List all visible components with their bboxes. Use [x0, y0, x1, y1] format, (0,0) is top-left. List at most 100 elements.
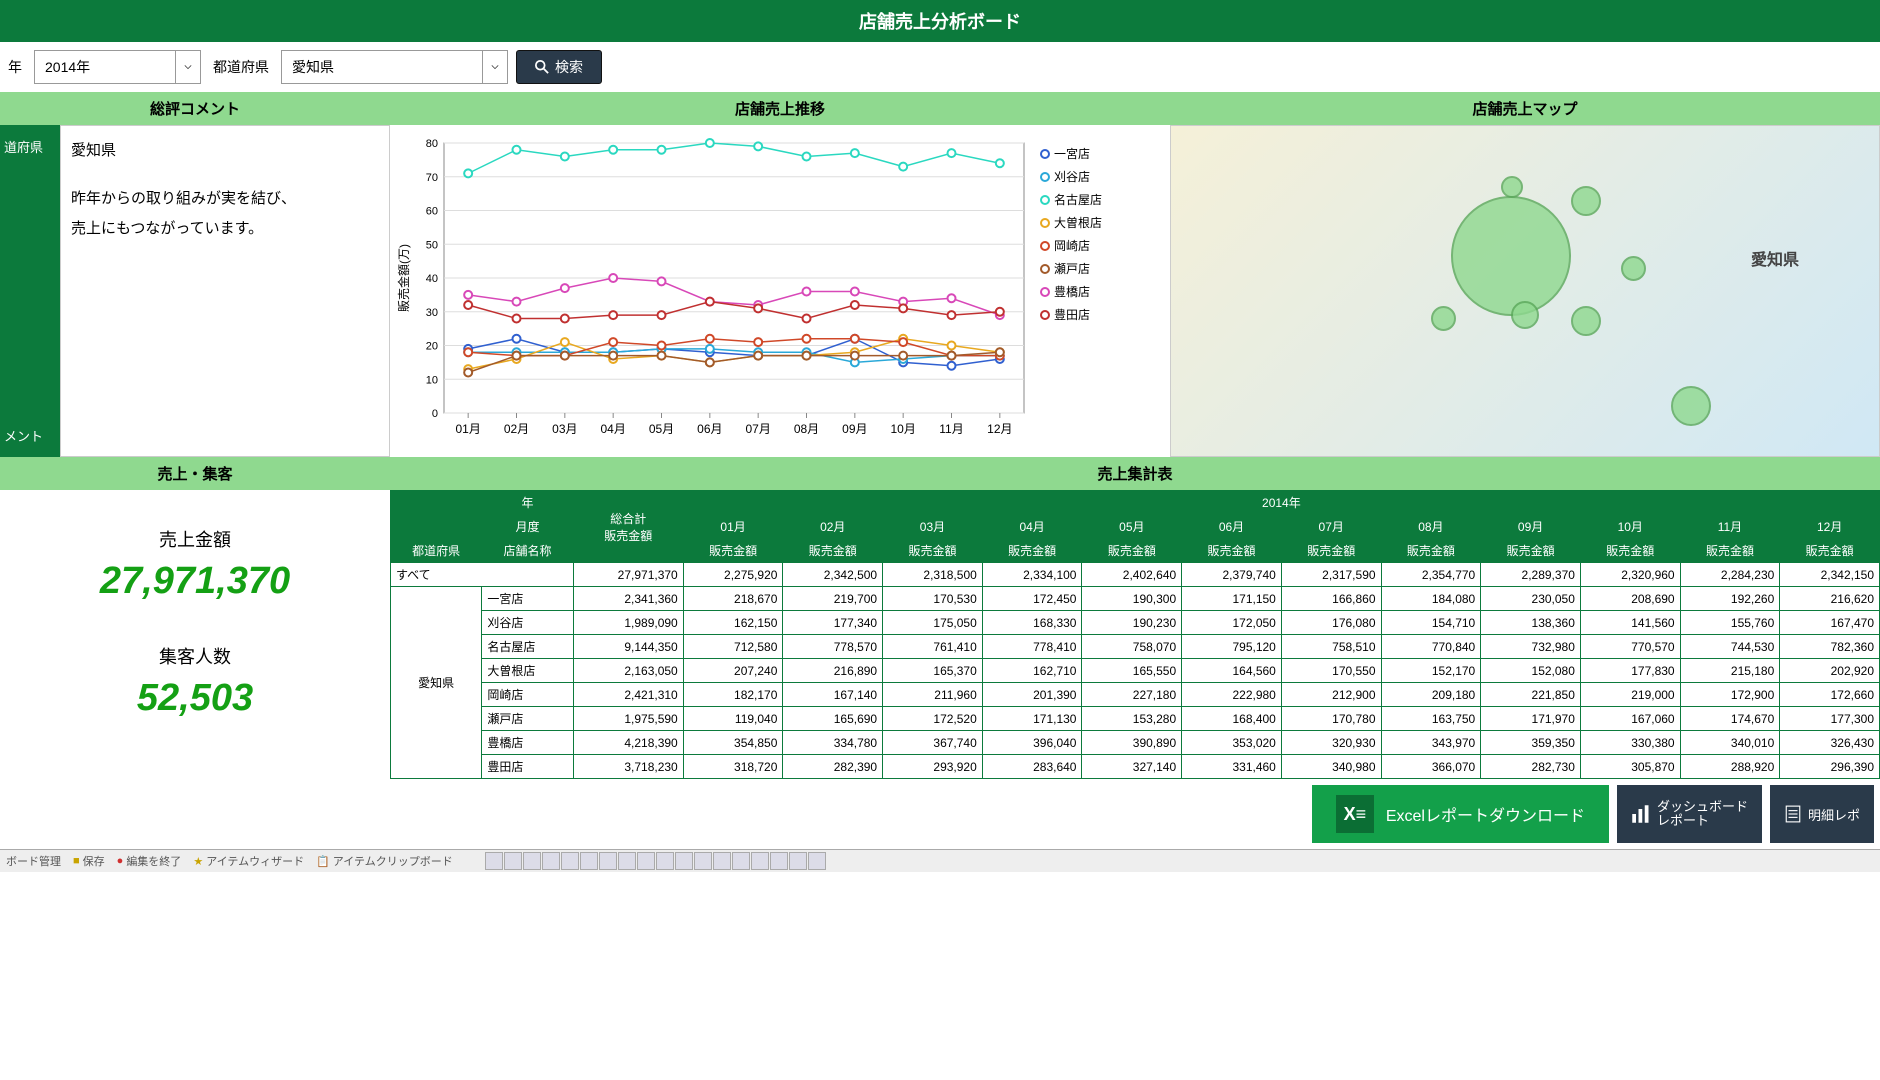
sales-table: 年総合計販売金額2014年月度01月02月03月04月05月06月07月08月0…: [390, 490, 1880, 779]
map-bubble[interactable]: [1511, 301, 1539, 329]
svg-text:06月: 06月: [697, 422, 722, 436]
table-row[interactable]: 豊田店3,718,230318,720282,390293,920283,640…: [391, 755, 1880, 779]
app-header: 店舗売上分析ボード: [0, 0, 1880, 42]
svg-text:40: 40: [426, 273, 438, 285]
svg-text:60: 60: [426, 206, 438, 218]
legend-item[interactable]: 豊橋店: [1040, 283, 1102, 300]
search-icon: [535, 60, 549, 74]
kpi-customers-label: 集客人数: [0, 643, 390, 669]
legend-item[interactable]: 岡崎店: [1040, 237, 1102, 254]
legend-item[interactable]: 瀬戸店: [1040, 260, 1102, 277]
tool-icon[interactable]: [561, 852, 579, 870]
legend-item[interactable]: 一宮店: [1040, 145, 1102, 162]
comment-pref: 愛知県: [71, 136, 379, 166]
comment-section-header: 総評コメント: [0, 92, 390, 125]
svg-text:販売金額(万): 販売金額(万): [396, 244, 411, 312]
svg-text:09月: 09月: [842, 422, 867, 436]
tool-icon[interactable]: [770, 852, 788, 870]
table-row[interactable]: 豊橋店4,218,390354,850334,780367,740396,040…: [391, 731, 1880, 755]
status-bar: ボード管理 ■保存 ●編集を終了 ★アイテムウィザード 📋アイテムクリップボード: [0, 849, 1880, 872]
tool-icon[interactable]: [523, 852, 541, 870]
excel-download-button[interactable]: X≡ Excelレポートダウンロード: [1312, 785, 1609, 843]
tool-icon[interactable]: [485, 852, 503, 870]
tool-icon[interactable]: [637, 852, 655, 870]
tool-icon[interactable]: [694, 852, 712, 870]
table-row[interactable]: すべて27,971,3702,275,9202,342,5002,318,500…: [391, 563, 1880, 587]
year-select-value: 2014年: [35, 51, 175, 83]
detail-report-button[interactable]: 明細レポ: [1770, 785, 1874, 843]
svg-text:10月: 10月: [890, 422, 915, 436]
legend-item[interactable]: 豊田店: [1040, 306, 1102, 323]
table-row[interactable]: 大曽根店2,163,050207,240216,890165,370162,71…: [391, 659, 1880, 683]
svg-text:0: 0: [432, 408, 438, 420]
tool-icon[interactable]: [789, 852, 807, 870]
tool-icon[interactable]: [656, 852, 674, 870]
legend-item[interactable]: 刈谷店: [1040, 168, 1102, 185]
line-chart-svg: 0102030405060708001月02月03月04月05月06月07月08…: [394, 133, 1034, 453]
pref-label: 都道府県: [209, 57, 273, 77]
year-label: 年: [4, 57, 26, 77]
kpi-sales-value: 27,971,370: [0, 560, 390, 603]
svg-text:70: 70: [426, 172, 438, 184]
svg-text:80: 80: [426, 138, 438, 150]
comment-line1: 昨年からの取り組みが実を結び、: [71, 184, 379, 214]
status-save[interactable]: ■保存: [73, 853, 105, 869]
tool-icon[interactable]: [580, 852, 598, 870]
comment-side-tabs: 道府県 メント: [0, 125, 60, 457]
legend-item[interactable]: 名古屋店: [1040, 191, 1102, 208]
tool-icon[interactable]: [751, 852, 769, 870]
pref-select[interactable]: 愛知県: [281, 50, 508, 84]
search-button[interactable]: 検索: [516, 50, 602, 84]
status-end-edit[interactable]: ●編集を終了: [117, 853, 182, 869]
chevron-down-icon[interactable]: [175, 51, 200, 83]
table-row[interactable]: 名古屋店9,144,350712,580778,570761,410778,41…: [391, 635, 1880, 659]
footer-bar: X≡ Excelレポートダウンロード ダッシュボード レポート 明細レポ: [0, 779, 1880, 849]
svg-text:05月: 05月: [649, 422, 674, 436]
excel-icon: X≡: [1336, 795, 1374, 833]
svg-text:12月: 12月: [987, 422, 1012, 436]
map-bubble[interactable]: [1571, 306, 1601, 336]
year-select[interactable]: 2014年: [34, 50, 201, 84]
map-section-header: 店舗売上マップ: [1170, 92, 1880, 125]
map-bubble[interactable]: [1571, 186, 1601, 216]
dashboard-report-l1: ダッシュボード: [1657, 800, 1748, 814]
svg-text:04月: 04月: [600, 422, 625, 436]
app-title: 店舗売上分析ボード: [859, 12, 1021, 32]
comment-side-pref[interactable]: 道府県: [2, 131, 58, 162]
tool-icon[interactable]: [675, 852, 693, 870]
tool-icon[interactable]: [599, 852, 617, 870]
table-row[interactable]: 岡崎店2,421,310182,170167,140211,960201,390…: [391, 683, 1880, 707]
filter-bar: 年 2014年 都道府県 愛知県 検索: [0, 42, 1880, 92]
comment-side-comment[interactable]: メント: [2, 420, 58, 451]
comment-line2: 売上にもつながっています。: [71, 214, 379, 244]
status-item-wizard[interactable]: ★アイテムウィザード: [193, 853, 304, 869]
tool-icon[interactable]: [542, 852, 560, 870]
status-board-mgmt[interactable]: ボード管理: [6, 853, 61, 869]
tool-icon[interactable]: [732, 852, 750, 870]
tool-icon-tray: [485, 852, 826, 870]
map-bubble-nagoya[interactable]: [1451, 196, 1571, 316]
kpi-panel: 売上金額 27,971,370 集客人数 52,503: [0, 490, 390, 779]
map-bubble[interactable]: [1671, 386, 1711, 426]
tool-icon[interactable]: [808, 852, 826, 870]
legend-item[interactable]: 大曽根店: [1040, 214, 1102, 231]
table-row[interactable]: 瀬戸店1,975,590119,040165,690172,520171,130…: [391, 707, 1880, 731]
svg-text:20: 20: [426, 341, 438, 353]
map-bubble[interactable]: [1431, 306, 1456, 331]
svg-text:30: 30: [426, 307, 438, 319]
tool-icon[interactable]: [618, 852, 636, 870]
dashboard-report-button[interactable]: ダッシュボード レポート: [1617, 785, 1762, 843]
svg-text:01月: 01月: [455, 422, 480, 436]
kpi-sales-label: 売上金額: [0, 526, 390, 552]
sales-table-container[interactable]: 年総合計販売金額2014年月度01月02月03月04月05月06月07月08月0…: [390, 490, 1880, 779]
tool-icon[interactable]: [713, 852, 731, 870]
table-row[interactable]: 刈谷店1,989,090162,150177,340175,050168,330…: [391, 611, 1880, 635]
sales-map[interactable]: 愛知県: [1170, 125, 1880, 457]
tool-icon[interactable]: [504, 852, 522, 870]
map-bubble[interactable]: [1501, 176, 1523, 198]
chevron-down-icon[interactable]: [482, 51, 507, 83]
map-bubble[interactable]: [1621, 256, 1646, 281]
table-row[interactable]: 愛知県一宮店2,341,360218,670219,700170,530172,…: [391, 587, 1880, 611]
status-item-clipboard[interactable]: 📋アイテムクリップボード: [316, 853, 453, 869]
svg-text:03月: 03月: [552, 422, 577, 436]
